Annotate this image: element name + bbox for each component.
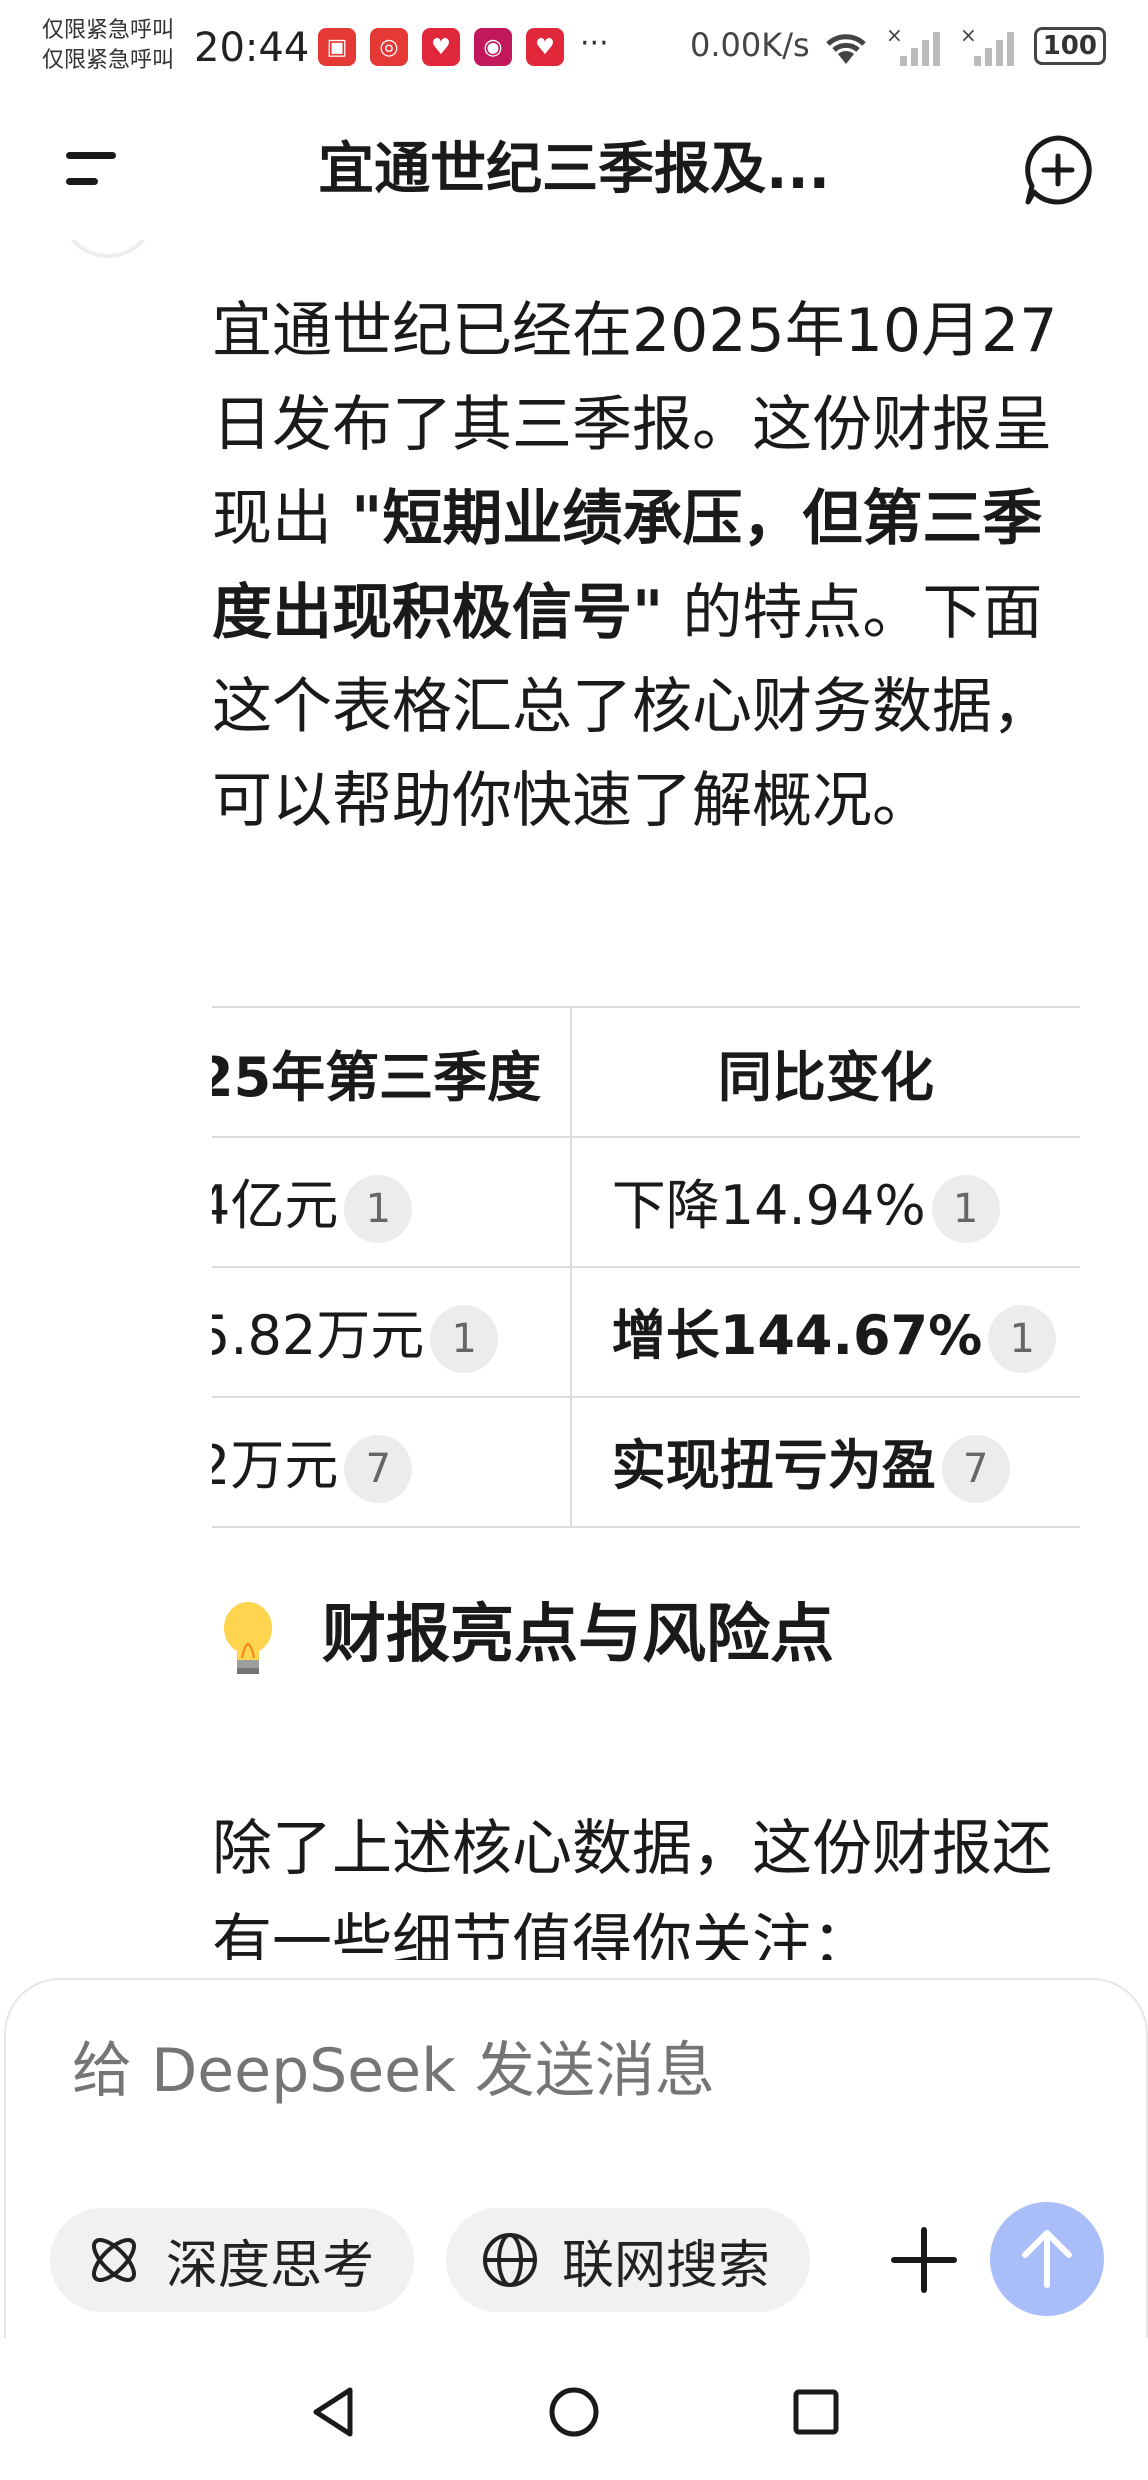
battery-icon: 100 xyxy=(1033,27,1106,65)
table-cell: 增长144.67% xyxy=(611,1303,983,1367)
section-heading: 财报亮点与风险点 xyxy=(322,1598,834,1672)
avatar xyxy=(64,240,152,258)
more-notifications-icon: ··· xyxy=(580,26,609,61)
menu-icon[interactable] xyxy=(56,144,132,204)
table-header-row: 25年第三季度 同比变化 xyxy=(212,1006,1080,1138)
financial-table[interactable]: 25年第三季度 同比变化 4亿元 1 下降14.94% 1 5.82万元 1 增长14… xyxy=(212,1006,1096,1536)
screen: 仅限紧急呼叫 仅限紧急呼叫 20:44 ▣ ◎ ♥ ◉ ♥ ··· 0.00K/… xyxy=(0,0,1148,2480)
citation-badge[interactable]: 1 xyxy=(931,1175,1000,1244)
new-chat-icon[interactable] xyxy=(1020,132,1096,208)
pinduoduo-icon: ♥ xyxy=(422,28,460,66)
weibo-icon: ◎ xyxy=(370,28,408,66)
citation-badge[interactable]: 7 xyxy=(941,1435,1010,1504)
notification-icons: ▣ ◎ ♥ ◉ ♥ xyxy=(318,28,564,66)
system-icons: × × 100 xyxy=(820,24,1106,68)
net-speed: 0.00K/s xyxy=(690,26,810,64)
citation-badge[interactable]: 1 xyxy=(988,1305,1057,1374)
carrier-label: 仅限紧急呼叫 仅限紧急呼叫 xyxy=(42,18,175,73)
table-cell: 4亿元 xyxy=(212,1173,339,1237)
table-row: 5.82万元 1 增长144.67% 1 xyxy=(212,1266,1080,1398)
pinduoduo-icon: ♥ xyxy=(526,28,564,66)
answer-paragraph: 宜通世纪已经在2025年10月27日发布了其三季报。这份财报呈现出 "短期业绩承… xyxy=(212,296,1058,836)
globe-icon xyxy=(483,2233,537,2287)
table-header-cell: 25年第三季度 xyxy=(212,1006,571,1138)
back-icon[interactable] xyxy=(306,2384,362,2440)
wifi-icon xyxy=(825,34,866,64)
table-row: 2万元 7 实现扭亏为盈 7 xyxy=(212,1396,1080,1528)
message-composer: 深度思考 联网搜索 xyxy=(4,1978,1148,2340)
huawei-video-icon: ▣ xyxy=(318,28,356,66)
page-title: 宜通世纪三季报及... xyxy=(318,137,830,202)
table-cell: 实现扭亏为盈 xyxy=(611,1433,936,1497)
chat-content: 宜通世纪已经在2025年10月27日发布了其三季报。这份财报呈现出 "短期业绩承… xyxy=(0,240,1148,1960)
citation-badge[interactable]: 7 xyxy=(344,1435,413,1504)
table-header-cell: 同比变化 xyxy=(569,1006,1080,1138)
tmall-icon: ◉ xyxy=(474,28,512,66)
table-cell: 2万元 xyxy=(212,1433,339,1497)
citation-badge[interactable]: 1 xyxy=(430,1305,499,1374)
table-cell: 5.82万元 xyxy=(212,1303,425,1367)
message-input[interactable] xyxy=(70,2030,974,2112)
answer-paragraph: 除了上述核心数据，这份财报还有一些细节值得你关注： xyxy=(212,1814,1052,1960)
app-header: 宜通世纪三季报及... xyxy=(0,96,1148,240)
recent-apps-icon[interactable] xyxy=(788,2384,844,2440)
home-icon[interactable] xyxy=(546,2384,602,2440)
signal-icon: × xyxy=(960,24,1014,66)
status-bar: 仅限紧急呼叫 仅限紧急呼叫 20:44 ▣ ◎ ♥ ◉ ♥ ··· 0.00K/… xyxy=(0,0,1148,96)
web-search-toggle[interactable]: 联网搜索 xyxy=(446,2208,811,2312)
deep-think-toggle[interactable]: 深度思考 xyxy=(50,2208,415,2312)
system-navigation-bar xyxy=(0,2338,1148,2480)
clock: 20:44 xyxy=(194,25,310,71)
table-row: 4亿元 1 下降14.94% 1 xyxy=(212,1136,1080,1268)
signal-icon: × xyxy=(886,24,940,66)
table-cell: 下降14.94% xyxy=(611,1173,926,1237)
svg-text:×: × xyxy=(886,24,903,47)
add-attachment-button[interactable] xyxy=(874,2210,974,2310)
send-button[interactable] xyxy=(990,2202,1104,2316)
atom-icon xyxy=(92,2238,136,2282)
citation-badge[interactable]: 1 xyxy=(344,1175,413,1244)
arrow-up-icon xyxy=(1022,2230,1072,2288)
svg-text:×: × xyxy=(960,24,977,47)
